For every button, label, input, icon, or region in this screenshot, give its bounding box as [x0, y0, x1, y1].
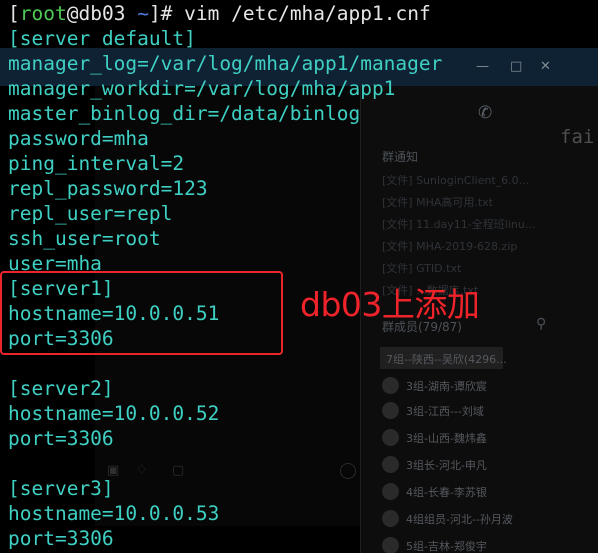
config-line: ping_interval=2 — [8, 152, 185, 175]
config-line: port=3306 — [8, 527, 114, 550]
annotation-label: db03上添加 — [300, 285, 480, 324]
config-line: password=mha — [8, 127, 149, 150]
command-line: [root@db03 ~]# vim /etc/mha/app1.cnf — [8, 1, 431, 26]
config-line: hostname=10.0.0.53 — [8, 502, 220, 525]
config-line: [server default] — [8, 27, 196, 50]
config-line: port=3306 — [8, 427, 114, 450]
prompt-hash: ]# — [148, 2, 173, 25]
config-line: master_binlog_dir=/data/binlog — [8, 102, 361, 125]
config-line: [server2] — [8, 377, 114, 400]
prompt-at: @ — [66, 2, 79, 25]
config-line: repl_password=123 — [8, 177, 208, 200]
config-line: hostname=10.0.0.52 — [8, 402, 220, 425]
command-text: vim /etc/mha/app1.cnf — [172, 2, 431, 25]
highlight-box-server1 — [0, 271, 283, 355]
config-line: [server3] — [8, 477, 114, 500]
prompt-user: root — [19, 2, 67, 25]
config-line: ssh_user=root — [8, 227, 161, 250]
prompt-host: db03 — [78, 2, 126, 25]
prompt-bracket: [ — [8, 2, 20, 25]
prompt-cwd: ~ — [137, 2, 149, 25]
config-line: manager_workdir=/var/log/mha/app1 — [8, 77, 396, 100]
config-line: manager_log=/var/log/mha/app1/manager — [8, 52, 443, 75]
config-line: repl_user=repl — [8, 202, 173, 225]
